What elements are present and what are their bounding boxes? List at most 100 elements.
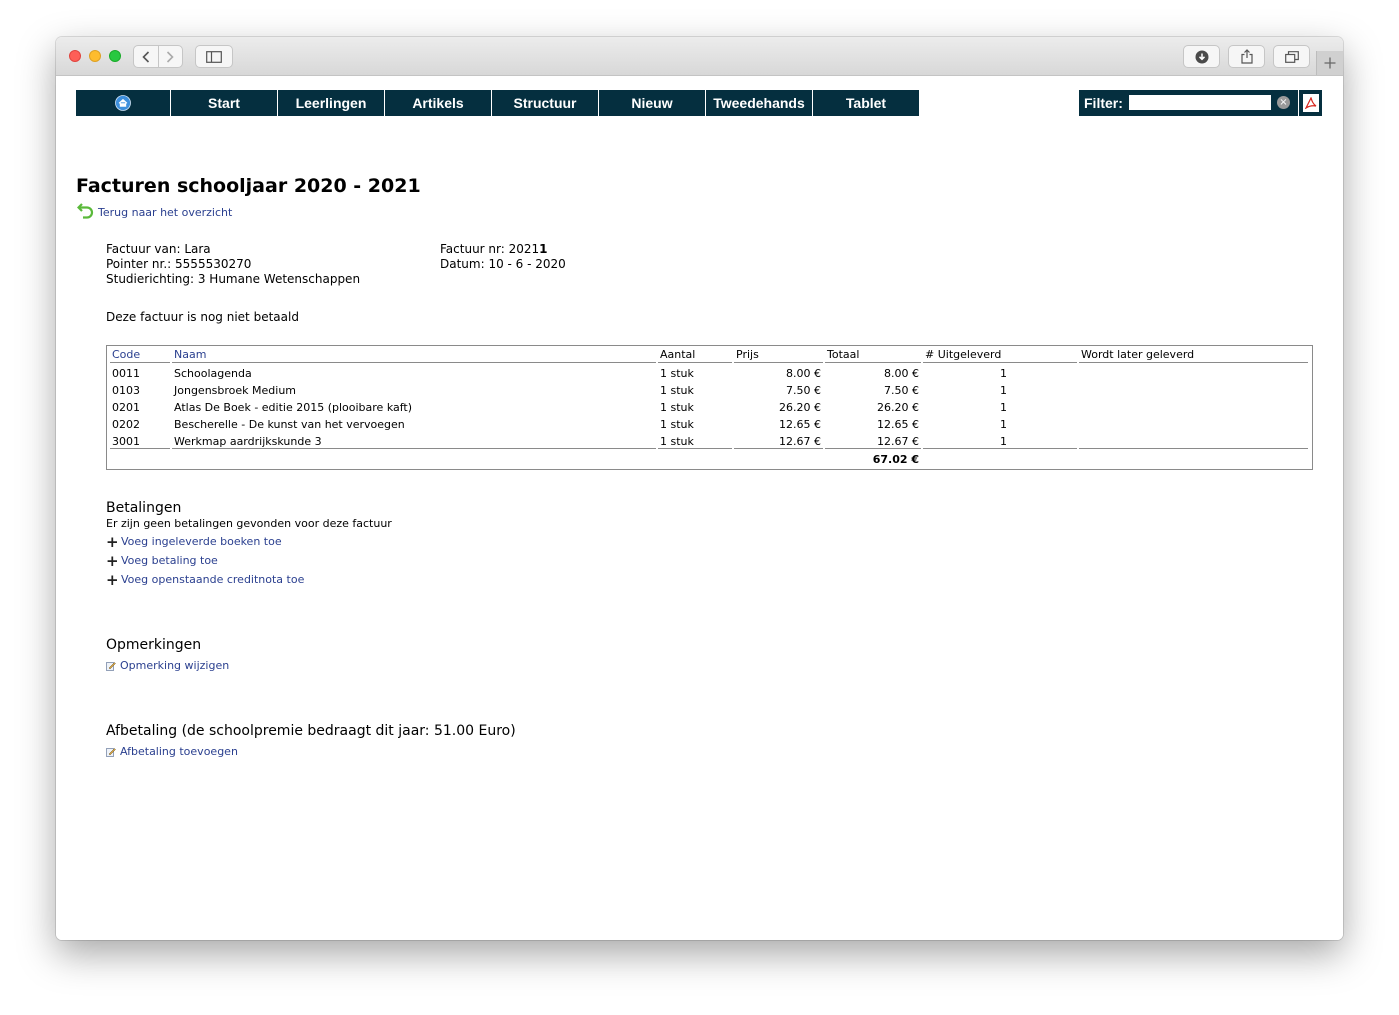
add-credit-note-link[interactable]: Voeg openstaande creditnota toe: [121, 573, 304, 586]
back-arrow-icon: [77, 203, 94, 219]
download-icon: [1195, 50, 1208, 63]
browser-window: Start Leerlingen Artikels Structuur Nieu…: [56, 37, 1343, 940]
cell-aantal: 1 stuk: [660, 367, 694, 380]
pdf-export-button[interactable]: [1298, 90, 1322, 116]
cell-prijs: 12.65 €: [779, 418, 821, 431]
filter-box: Filter: ×: [1079, 90, 1299, 116]
nav-artikels[interactable]: Artikels: [385, 90, 492, 116]
edit-icon: [106, 747, 116, 757]
add-installment-link[interactable]: Afbetaling toevoegen: [120, 745, 238, 758]
nav-home[interactable]: [76, 90, 171, 116]
table-header-row: Code Naam Aantal Prijs Totaal # Uitgelev…: [110, 347, 1308, 363]
share-icon: [1240, 49, 1253, 64]
cell-later: [1079, 380, 1308, 397]
pdf-icon: [1302, 94, 1319, 112]
table-total-row: 67.02 €: [110, 449, 1308, 466]
plus-icon: [1324, 57, 1336, 69]
cell-prijs: 8.00 €: [786, 367, 821, 380]
table-row: 0201 Atlas De Boek - editie 2015 (plooib…: [110, 397, 1308, 414]
table-row: 0011 Schoolagenda 1 stuk 8.00 € 8.00 € 1: [110, 363, 1308, 380]
pointer-nr: Pointer nr.: 5555530270: [106, 257, 252, 271]
nav-nieuw[interactable]: Nieuw: [599, 90, 706, 116]
cell-uitgeleverd: 1: [1000, 367, 1007, 380]
invoice-table-box: Code Naam Aantal Prijs Totaal # Uitgelev…: [106, 345, 1313, 470]
table-row: 0103 Jongensbroek Medium 1 stuk 7.50 € 7…: [110, 380, 1308, 397]
grand-total: 67.02 €: [872, 453, 919, 466]
col-naam[interactable]: Naam: [172, 347, 656, 363]
cell-prijs: 26.20 €: [779, 401, 821, 414]
add-returned-books-action[interactable]: + Voeg ingeleverde boeken toe: [106, 534, 282, 549]
downloads-button[interactable]: [1183, 45, 1220, 68]
back-to-overview-link[interactable]: Terug naar het overzicht: [77, 202, 232, 219]
cell-naam: Jongensbroek Medium: [174, 384, 297, 397]
back-button[interactable]: [134, 46, 159, 67]
chevron-right-icon: [167, 50, 174, 63]
new-tab-button[interactable]: [1316, 51, 1343, 75]
maximize-window-button[interactable]: [109, 50, 121, 62]
tabs-overview-button[interactable]: [1273, 45, 1310, 68]
opmerkingen-title: Opmerkingen: [106, 637, 202, 653]
add-payment-action[interactable]: + Voeg betaling toe: [106, 551, 218, 570]
factuur-nr: Factuur nr: 20211: [440, 242, 566, 257]
cell-uitgeleverd: 1: [1000, 418, 1007, 431]
sidebar-toggle-button[interactable]: [195, 45, 233, 68]
cell-later: [1079, 414, 1308, 431]
plus-icon: +: [106, 570, 119, 589]
nav-tweedehands[interactable]: Tweedehands: [706, 90, 813, 116]
cell-later: [1079, 431, 1308, 449]
factuur-nr-suffix: 1: [539, 242, 548, 256]
cell-aantal: 1 stuk: [660, 401, 694, 414]
invoice-table: Code Naam Aantal Prijs Totaal # Uitgelev…: [108, 347, 1310, 466]
cell-totaal: 12.67 €: [825, 431, 921, 449]
cell-uitgeleverd: 1: [1000, 384, 1007, 397]
cell-later: [1079, 397, 1308, 414]
tabs-icon: [1284, 50, 1299, 63]
factuur-van: Factuur van: Lara: [106, 242, 211, 256]
add-returned-books-link[interactable]: Voeg ingeleverde boeken toe: [121, 535, 282, 548]
invoice-info-left: Factuur van: Lara Pointer nr.: 555553027…: [106, 242, 360, 287]
afbetaling-title: Afbetaling (de schoolpremie bedraagt dit…: [106, 723, 516, 739]
plus-icon: +: [106, 551, 119, 570]
cell-prijs: 7.50 €: [786, 384, 821, 397]
back-forward-group: [133, 45, 183, 68]
nav-structuur[interactable]: Structuur: [492, 90, 599, 116]
nav-start[interactable]: Start: [171, 90, 278, 116]
cell-totaal: 12.65 €: [877, 418, 919, 431]
filter-input[interactable]: [1129, 95, 1271, 110]
table-row: 3001 Werkmap aardrijkskunde 3 1 stuk 12.…: [110, 431, 1308, 449]
minimize-window-button[interactable]: [89, 50, 101, 62]
cell-code: 0201: [112, 401, 140, 414]
factuur-nr-label: Factuur nr: 2021: [440, 242, 540, 256]
clear-filter-icon[interactable]: ×: [1277, 96, 1290, 109]
back-link-text[interactable]: Terug naar het overzicht: [98, 206, 232, 219]
nav-tablet[interactable]: Tablet: [813, 90, 919, 116]
edit-remark-link[interactable]: Opmerking wijzigen: [120, 659, 229, 672]
cell-code: 0202: [112, 418, 140, 431]
chevron-left-icon: [142, 50, 149, 63]
page-title: Facturen schooljaar 2020 - 2021: [76, 175, 421, 197]
col-uitgeleverd: # Uitgeleverd: [923, 347, 1077, 363]
cell-code: 3001: [110, 431, 170, 449]
col-totaal: Totaal: [825, 347, 921, 363]
forward-button[interactable]: [159, 46, 183, 67]
sidebar-icon: [206, 50, 222, 63]
col-later-geleverd: Wordt later geleverd: [1079, 347, 1308, 363]
add-credit-note-action[interactable]: + Voeg openstaande creditnota toe: [106, 570, 304, 589]
cell-aantal: 1 stuk: [658, 431, 732, 449]
edit-remark-action[interactable]: Opmerking wijzigen: [106, 659, 229, 672]
col-aantal: Aantal: [658, 347, 732, 363]
betalingen-none-text: Er zijn geen betalingen gevonden voor de…: [106, 517, 392, 530]
close-window-button[interactable]: [69, 50, 81, 62]
share-button[interactable]: [1228, 45, 1265, 68]
col-code[interactable]: Code: [110, 347, 170, 363]
cell-code: 0103: [112, 384, 140, 397]
add-installment-action[interactable]: Afbetaling toevoegen: [106, 745, 238, 758]
cell-totaal: 7.50 €: [884, 384, 919, 397]
home-icon: [115, 95, 131, 111]
cell-uitgeleverd: 1: [923, 431, 1077, 449]
nav-leerlingen[interactable]: Leerlingen: [278, 90, 385, 116]
add-payment-link[interactable]: Voeg betaling toe: [121, 554, 218, 567]
main-navbar: Start Leerlingen Artikels Structuur Nieu…: [76, 90, 919, 116]
betalingen-title: Betalingen: [106, 500, 182, 516]
datum: Datum: 10 - 6 - 2020: [440, 257, 566, 271]
